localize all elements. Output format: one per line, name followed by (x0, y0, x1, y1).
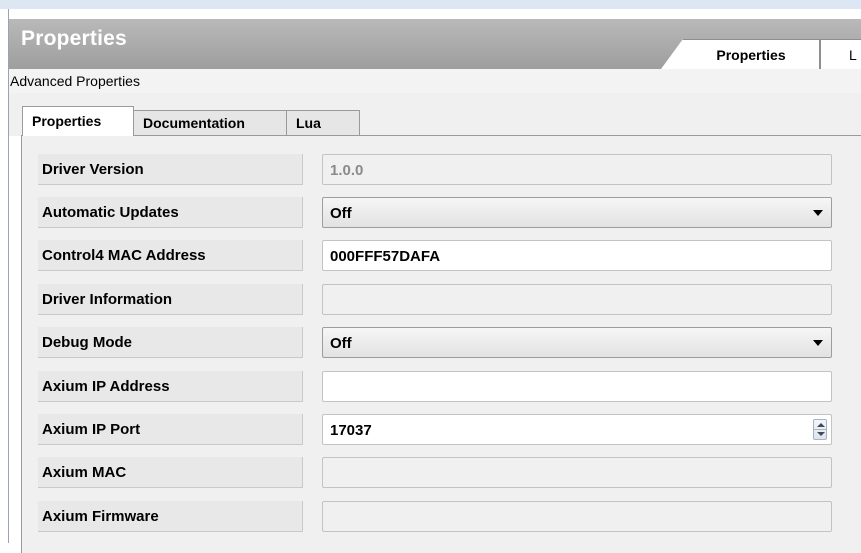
property-row-automatic-updates: Automatic Updates Off (22, 197, 861, 230)
property-label: Driver Version (38, 154, 303, 185)
chevron-down-icon[interactable] (813, 340, 823, 346)
property-row-axium-mac: Axium MAC (22, 457, 861, 490)
spin-divider (814, 429, 826, 430)
property-label: Control4 MAC Address (38, 240, 303, 271)
property-label: Automatic Updates (38, 197, 303, 228)
property-row-driver-information: Driver Information (22, 284, 861, 317)
axium-firmware-field (322, 501, 832, 532)
tab-documentation[interactable]: Documentation (133, 110, 287, 135)
top-tab-lua[interactable]: L (820, 39, 861, 69)
spinner-value: 17037 (330, 422, 372, 439)
top-tab-properties[interactable]: Properties (661, 39, 820, 69)
properties-panel: Properties Properties L Advanced Propert… (8, 9, 861, 553)
property-label: Axium IP Port (38, 414, 303, 445)
advanced-properties-header: Advanced Properties (9, 69, 861, 94)
property-label: Axium MAC (38, 457, 303, 488)
window-top-strip (0, 0, 861, 9)
tab-properties[interactable]: Properties (22, 106, 134, 136)
driver-information-field (322, 284, 832, 315)
spinner-arrows-icon[interactable] (813, 419, 827, 440)
property-row-debug-mode: Debug Mode Off (22, 327, 861, 360)
debug-mode-dropdown[interactable]: Off (322, 327, 832, 358)
axium-ip-address-field[interactable] (322, 371, 832, 402)
dropdown-value: Off (330, 205, 352, 222)
axium-ip-port-spinner[interactable]: 17037 (322, 414, 832, 445)
property-label: Debug Mode (38, 327, 303, 358)
spin-up-arrow-icon[interactable] (817, 423, 825, 427)
chevron-down-icon[interactable] (813, 210, 823, 216)
property-row-axium-ip-port: Axium IP Port 17037 (22, 414, 861, 447)
properties-grid: Driver Version 1.0.0 Automatic Updates O… (21, 135, 861, 553)
dropdown-value: Off (330, 335, 352, 352)
property-label: Driver Information (38, 284, 303, 315)
property-row-control4-mac: Control4 MAC Address 000FFF57DAFA (22, 240, 861, 273)
inner-tab-strip: Properties Documentation Lua (9, 93, 861, 136)
property-label: Axium IP Address (38, 371, 303, 402)
spin-down-arrow-icon[interactable] (817, 432, 825, 436)
property-row-axium-ip-address: Axium IP Address (22, 371, 861, 404)
automatic-updates-dropdown[interactable]: Off (322, 197, 832, 228)
property-row-driver-version: Driver Version 1.0.0 (22, 154, 861, 187)
advanced-properties-label: Advanced Properties (10, 73, 140, 89)
driver-version-field: 1.0.0 (322, 154, 832, 185)
panel-title-bar: Properties Properties L (9, 19, 861, 69)
tab-lua[interactable]: Lua (286, 110, 360, 135)
panel-title: Properties (21, 27, 127, 50)
axium-mac-field (322, 457, 832, 488)
property-label: Axium Firmware (38, 501, 303, 532)
control4-mac-address-field[interactable]: 000FFF57DAFA (322, 240, 832, 271)
property-row-axium-firmware: Axium Firmware (22, 501, 861, 534)
